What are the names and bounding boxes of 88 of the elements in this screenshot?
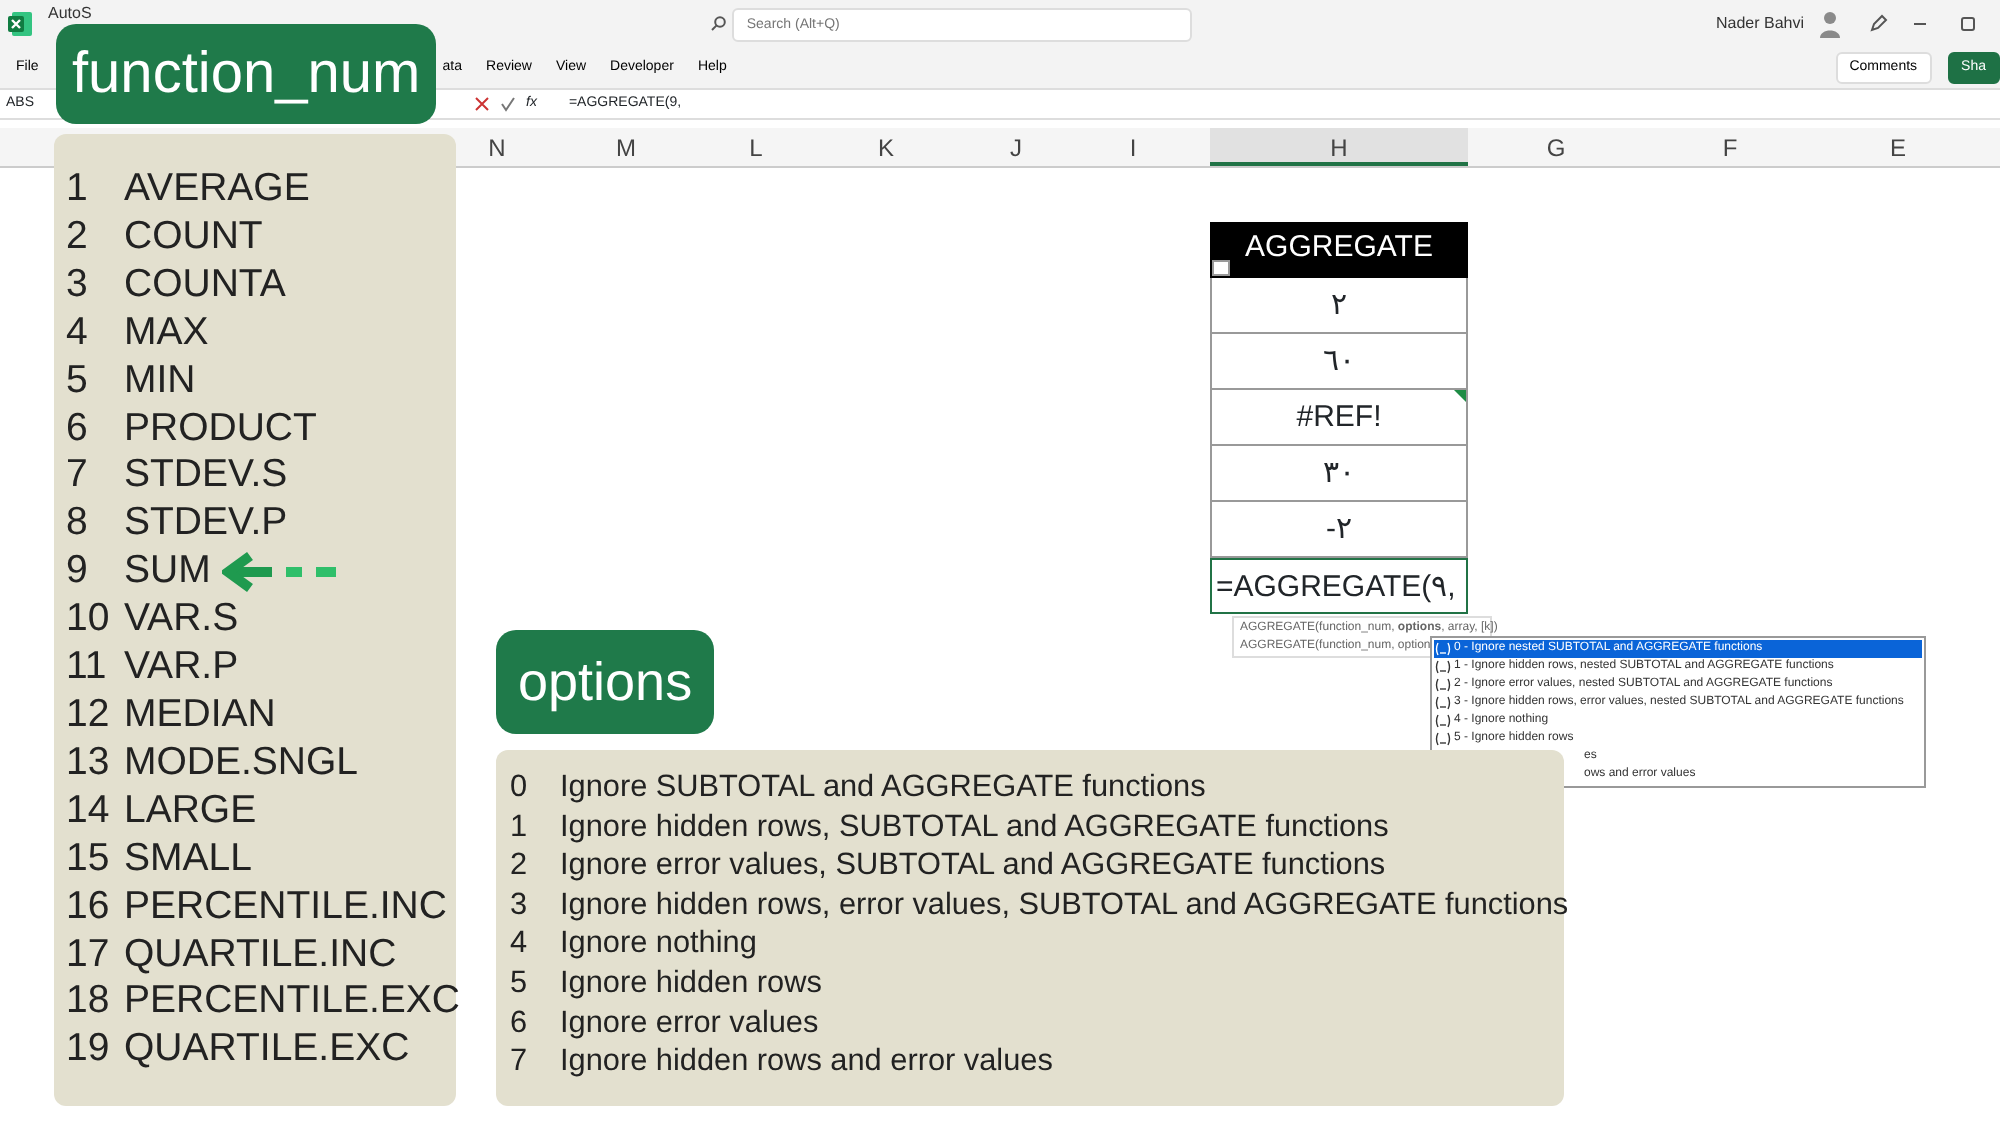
option-description: Ignore hidden rows and error values (560, 1042, 1053, 1082)
table-cell[interactable]: #REF! (1210, 390, 1468, 446)
option-description: Ignore hidden rows, SUBTOTAL and AGGREGATE functions (560, 807, 1389, 847)
list-number: 12 (66, 691, 112, 740)
constant-icon (1434, 660, 1452, 674)
user-name: Nader Bahvi (1715, 12, 1804, 36)
function-name: QUARTILE.INC (124, 931, 397, 979)
function-name: PERCENTILE.EXC (124, 978, 460, 1027)
list-number: 3 (66, 261, 90, 310)
column-header[interactable]: H (1210, 128, 1468, 166)
checkmark-icon[interactable] (500, 96, 516, 112)
list-number: 18 (66, 978, 112, 1027)
spreadsheet-app-icon[interactable] (8, 12, 32, 36)
list-number: 10 (66, 596, 112, 645)
list-number: 14 (66, 787, 112, 836)
function-name: COUNTA (124, 261, 286, 310)
list-number: 5 (510, 963, 530, 1004)
function-name: STDEV.S (124, 452, 288, 501)
function-name: MAX (124, 309, 209, 358)
list-number: 7 (66, 452, 90, 501)
function-name: STDEV.P (124, 500, 288, 549)
option-description: Ignore hidden rows (560, 963, 822, 1004)
list-number: 1 (510, 807, 530, 847)
option-description: Ignore error values, SUBTOTAL and AGGREGATE functions (560, 846, 1386, 886)
list-number: 17 (66, 931, 112, 979)
list-number: 2 (510, 846, 530, 886)
list-number: 13 (66, 739, 112, 788)
column-header[interactable]: M (536, 128, 716, 166)
list-number: 4 (66, 309, 90, 358)
list-number: 19 (66, 1026, 112, 1075)
option-description: Ignore hidden rows, error values, SUBTOTAL and AGGREGATE functions (560, 885, 1569, 925)
option-description: Ignore error values (560, 1003, 819, 1043)
function-name: SMALL (124, 835, 252, 884)
constant-icon (1434, 732, 1452, 746)
table-cell[interactable]: -٢ (1210, 502, 1468, 558)
list-number: 16 (66, 883, 112, 931)
column-header[interactable]: J (976, 128, 1056, 166)
column-header[interactable]: G (1468, 128, 1644, 166)
list-number: 11 (66, 644, 109, 692)
column-header[interactable]: K (796, 128, 976, 166)
table-header: AGGREGATE (1210, 222, 1468, 278)
list-number: 3 (510, 885, 530, 925)
list-number: 7 (510, 1042, 530, 1082)
function-name: COUNT (124, 213, 263, 262)
function-name: MODE.SNGL (124, 739, 359, 788)
column-header[interactable]: L (716, 128, 796, 166)
editing-cell[interactable]: =AGGREGATE(٩, (1210, 558, 1468, 614)
column-header[interactable]: N (458, 128, 536, 166)
constant-icon (1434, 696, 1452, 710)
avatar-icon[interactable] (1820, 10, 1840, 38)
function-name: VAR.P (124, 644, 239, 692)
table-cell[interactable]: ٢ (1210, 278, 1468, 334)
function-name: SUM (124, 548, 211, 597)
function-name: PRODUCT (124, 405, 317, 453)
constant-icon (1434, 714, 1452, 728)
close-icon[interactable] (474, 96, 490, 112)
column-header[interactable]: F (1644, 128, 1816, 166)
function-name: AVERAGE (124, 166, 310, 214)
search-icon (710, 16, 727, 32)
list-number: 5 (66, 357, 90, 406)
list-number: 2 (66, 213, 90, 262)
list-number: 6 (66, 405, 90, 453)
list-number: 15 (66, 835, 112, 884)
list-number: 8 (66, 500, 90, 549)
table-cell[interactable]: ٣٠ (1210, 446, 1468, 502)
column-header[interactable]: I (1056, 128, 1210, 166)
app-name: AutoS (48, 2, 92, 26)
list-number: 0 (510, 768, 530, 808)
list-number: 4 (510, 924, 530, 964)
table-cell[interactable]: ٦٠ (1210, 334, 1468, 390)
list-number: 9 (66, 548, 90, 597)
option-description: Ignore SUBTOTAL and AGGREGATE functions (560, 768, 1206, 808)
function-name: PERCENTILE.INC (124, 883, 447, 931)
function-name: VAR.S (124, 596, 239, 645)
filter-button[interactable] (1212, 260, 1230, 276)
function-name: QUARTILE.EXC (124, 1026, 410, 1075)
list-number: 6 (510, 1003, 530, 1043)
function-num-label: function_num (56, 24, 437, 124)
list-number: 1 (66, 166, 90, 214)
function-name: MEDIAN (124, 691, 276, 740)
constant-icon (1434, 678, 1452, 692)
function-name: MIN (124, 357, 196, 406)
pen-icon[interactable] (1868, 14, 1888, 34)
option-description: Ignore nothing (560, 924, 757, 964)
options-label: options (496, 630, 715, 734)
function-name: LARGE (124, 787, 257, 836)
column-header[interactable]: E (1816, 128, 1980, 166)
maximize-icon[interactable] (1960, 16, 1976, 32)
